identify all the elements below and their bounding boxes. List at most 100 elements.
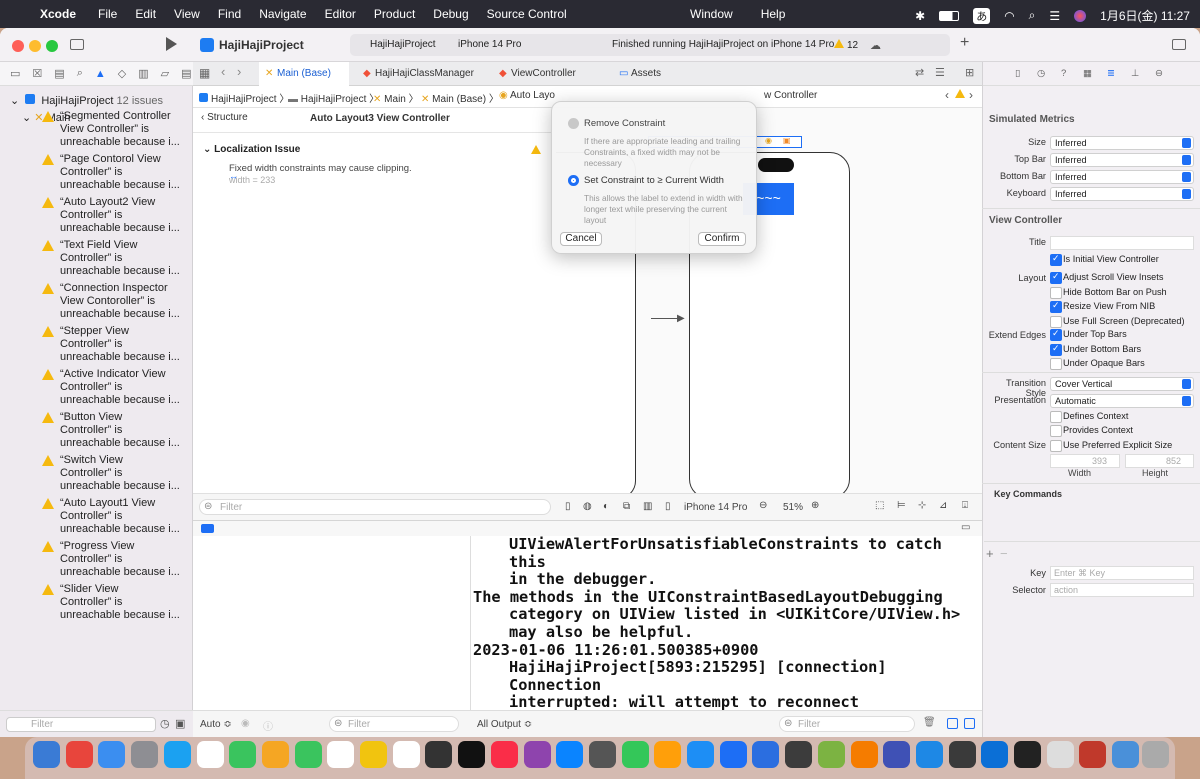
view-controller-icon[interactable]: ◉ bbox=[765, 136, 772, 145]
jump-project[interactable]: HajiHajiProject 〉 bbox=[199, 90, 289, 105]
show-variables-icon[interactable] bbox=[947, 718, 958, 729]
project-issue-row[interactable]: ⌄ HajiHajiProject 12 issues bbox=[10, 94, 163, 107]
numbers-icon[interactable] bbox=[588, 741, 616, 768]
zoom-in-icon[interactable]: ⊕ bbox=[811, 500, 819, 511]
input-method-icon[interactable]: あ bbox=[973, 7, 991, 24]
align-icon[interactable]: ⊨ bbox=[897, 500, 906, 511]
books-icon[interactable] bbox=[850, 741, 878, 768]
terminal-icon[interactable] bbox=[981, 741, 1009, 768]
layout_opts-checkbox[interactable]: Resize View From NIB bbox=[1050, 299, 1155, 313]
related-items-icon[interactable]: ▦ bbox=[199, 66, 210, 80]
siri-icon[interactable] bbox=[1074, 9, 1087, 22]
issue-filter-icon[interactable]: ▣ bbox=[175, 717, 185, 730]
device-selector[interactable]: iPhone 14 Pro bbox=[458, 39, 521, 50]
menu-debug[interactable]: Debug bbox=[433, 7, 468, 21]
symbol-icon[interactable]: ▤ bbox=[54, 67, 64, 80]
report-icon[interactable]: ▤ bbox=[181, 67, 191, 80]
remove-constraint-label[interactable]: Remove Constraint bbox=[584, 118, 665, 129]
app-store-icon[interactable] bbox=[687, 741, 714, 768]
dictionary-icon[interactable] bbox=[1046, 741, 1074, 768]
sim-metric-select[interactable]: Inferred bbox=[1050, 170, 1194, 184]
set-constraint-label[interactable]: Set Constraint to ≥ Current Width bbox=[584, 175, 724, 186]
defines-context-checkbox[interactable]: Defines Context bbox=[1050, 410, 1128, 423]
menu-view[interactable]: View bbox=[174, 7, 200, 21]
menu-app-name[interactable]: Xcode bbox=[40, 7, 76, 21]
jump-base[interactable]: ✕ Main (Base) 〉 bbox=[421, 90, 499, 105]
identity-icon[interactable]: ▦ bbox=[1083, 68, 1092, 79]
console-output[interactable]: UIViewAlertForUnsatisfiableConstraints t… bbox=[471, 536, 982, 710]
remove-key-command-button[interactable]: − bbox=[1000, 546, 1008, 561]
issue-row[interactable]: “Stepper View Controller” is unreachable b… bbox=[42, 325, 184, 364]
dark-mode-icon[interactable]: ◐ bbox=[603, 501, 609, 512]
show-console-icon[interactable] bbox=[964, 718, 975, 729]
transition-style-select[interactable]: Cover Vertical bbox=[1050, 377, 1194, 391]
zoom-level[interactable]: 51% bbox=[783, 502, 803, 513]
calendar-icon[interactable] bbox=[327, 741, 355, 768]
height-field[interactable]: 852 bbox=[1125, 454, 1194, 468]
menu-file[interactable]: File bbox=[98, 7, 117, 21]
issue-row[interactable]: “Active Indicator View Controller” is unre… bbox=[42, 368, 184, 407]
disclosure-icon[interactable]: ⌄ bbox=[10, 95, 19, 107]
confirm-button[interactable]: Confirm bbox=[698, 232, 746, 246]
layout_opts-checkbox[interactable]: Hide Bottom Bar on Push bbox=[1050, 286, 1167, 299]
minimize-window-button[interactable] bbox=[29, 40, 41, 52]
width-field[interactable]: 393 bbox=[1050, 454, 1120, 468]
sim-metric-select[interactable]: Inferred bbox=[1050, 153, 1194, 167]
find-icon[interactable]: ⌕ bbox=[77, 67, 83, 80]
tab-view-controller[interactable]: ◆ ViewController bbox=[493, 62, 603, 86]
connections-icon[interactable]: ⊖ bbox=[1155, 68, 1163, 79]
numbers-sheet-icon[interactable] bbox=[621, 741, 649, 768]
jump-scene[interactable]: ◉ Auto Layo bbox=[499, 90, 555, 101]
issue-row[interactable]: “Connection Inspector View Contoroller” i… bbox=[42, 282, 184, 321]
breakpoint-icon[interactable]: ▱ bbox=[161, 67, 169, 80]
preferred-size-checkbox[interactable]: Use Preferred Explicit Size bbox=[1050, 439, 1172, 452]
zoom-out-icon[interactable]: ⊖ bbox=[759, 500, 767, 511]
outline-toggle-icon[interactable]: ▯ bbox=[565, 501, 571, 512]
issue-row[interactable]: “Auto Layout1 View Controller” is unreacha… bbox=[42, 497, 184, 536]
menu-editor[interactable]: Editor bbox=[325, 7, 356, 21]
tab-class-manager[interactable]: ◆ HajiHajiClassManager bbox=[357, 62, 487, 86]
info-icon[interactable]: ⓘ bbox=[263, 718, 273, 733]
add-constraints-icon[interactable]: ⊹ bbox=[918, 500, 926, 511]
inspector-toggle-icon[interactable] bbox=[1172, 39, 1186, 50]
mail-icon[interactable] bbox=[98, 741, 126, 768]
jump-controller[interactable]: w Controller bbox=[764, 90, 817, 101]
preview-icon[interactable] bbox=[719, 741, 747, 768]
issue-row[interactable]: “Switch View Controller” is unreachable be… bbox=[42, 454, 184, 493]
jump-storyboard[interactable]: ✕ Main 〉 bbox=[373, 90, 419, 105]
size-icon[interactable]: ⊥ bbox=[1131, 68, 1139, 79]
initial-vc-checkbox[interactable]: Is Initial View Controller bbox=[1050, 252, 1159, 266]
title-field[interactable] bbox=[1050, 236, 1194, 250]
edges_opts-checkbox[interactable]: Under Bottom Bars bbox=[1050, 342, 1141, 356]
first-responder-icon[interactable]: ▣ bbox=[783, 136, 791, 145]
test-icon[interactable]: ◇ bbox=[118, 67, 126, 80]
key-field[interactable]: Enter ⌘ Key bbox=[1050, 566, 1194, 580]
console-filter-input[interactable]: ⊜ Filter bbox=[779, 716, 915, 732]
quick-look-icon[interactable]: ◉ bbox=[241, 718, 250, 729]
settings-icon[interactable] bbox=[131, 741, 159, 768]
selector-field[interactable]: action bbox=[1050, 583, 1194, 597]
issue-row[interactable]: “Text Field View Controller” is unreachabl… bbox=[42, 239, 184, 278]
finder-icon[interactable] bbox=[33, 741, 60, 768]
folder-icon[interactable]: ▭ bbox=[10, 67, 20, 80]
refresh-icon[interactable]: ⇄ bbox=[915, 66, 924, 79]
facetime-icon[interactable] bbox=[294, 741, 322, 768]
console-output-select[interactable]: All Output ≎ bbox=[477, 719, 532, 730]
issue-message[interactable]: Fixed width constraints may cause clippi… bbox=[229, 163, 412, 174]
provides-context-checkbox[interactable]: Provides Context bbox=[1050, 424, 1133, 437]
simulator-icon[interactable] bbox=[915, 741, 943, 768]
history-icon[interactable]: ◷ bbox=[1037, 68, 1045, 79]
issue-row[interactable]: “Auto Layout2 View Controller” is unreacha… bbox=[42, 196, 184, 235]
cancel-button[interactable]: Cancel bbox=[560, 232, 602, 246]
issue-row[interactable]: “Slider View Controller” is unreachable be… bbox=[42, 583, 184, 622]
hide-debug-area-icon[interactable]: ▭ bbox=[961, 522, 970, 533]
outline-filter-input[interactable]: ⊜ Filter bbox=[199, 499, 551, 515]
editor-options-icon[interactable]: ☰ bbox=[935, 66, 945, 79]
sidebar-toggle-icon[interactable] bbox=[70, 39, 84, 50]
menu-window[interactable]: Window bbox=[690, 7, 733, 21]
font-icon[interactable] bbox=[1014, 741, 1041, 768]
warnings-count[interactable]: 12 bbox=[834, 39, 858, 51]
screenshot-icon[interactable] bbox=[1112, 741, 1140, 768]
variables-scope-select[interactable]: Auto ≎ bbox=[200, 719, 232, 730]
source-control-icon[interactable]: ☒ bbox=[32, 67, 42, 80]
